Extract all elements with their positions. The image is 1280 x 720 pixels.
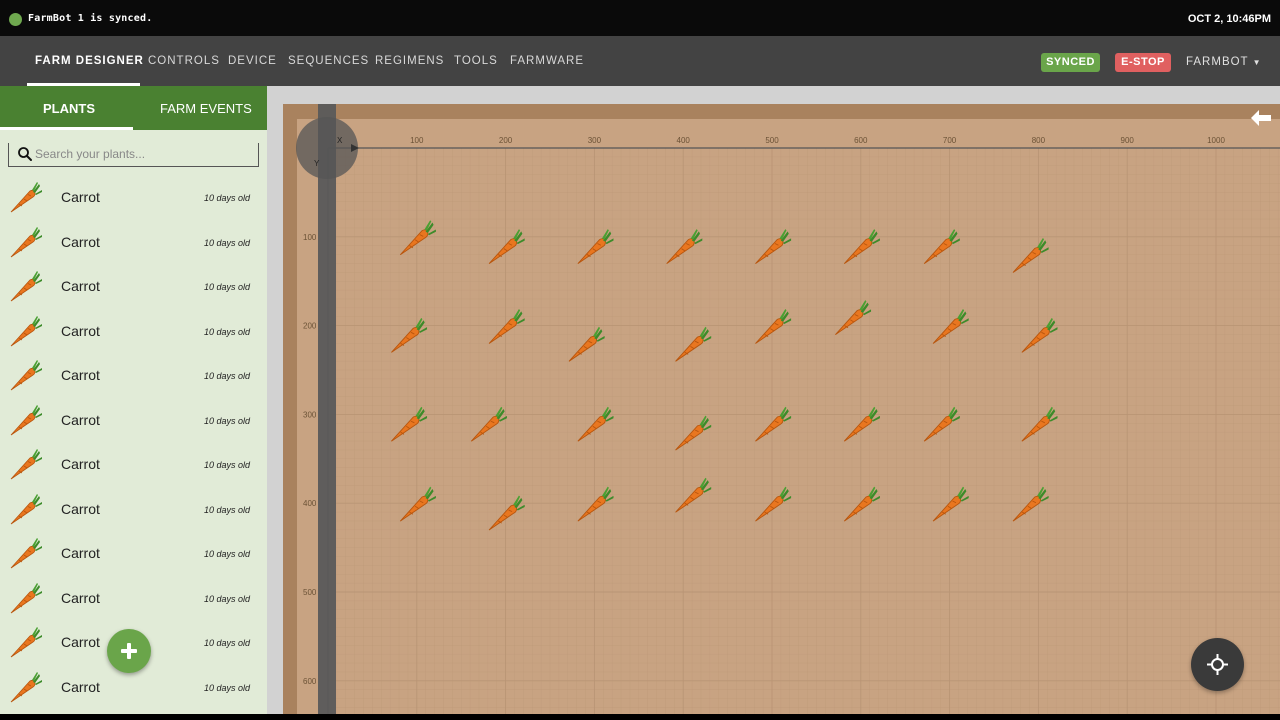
tab-farm-events[interactable]: FARM EVENTS <box>160 101 252 116</box>
plant-age: 10 days old <box>203 282 250 292</box>
plant-name: Carrot <box>61 233 100 250</box>
svg-text:600: 600 <box>303 677 317 686</box>
account-menu-label: FARMBOT <box>1186 56 1249 68</box>
plant-name: Carrot <box>61 678 100 695</box>
plant-age: 10 days old <box>203 415 250 426</box>
plant-age: 10 days old <box>203 460 250 470</box>
estop-button[interactable]: E-STOP <box>1115 53 1171 72</box>
svg-text:100: 100 <box>303 233 317 242</box>
sync-button[interactable]: SYNCED <box>1041 53 1100 72</box>
garden-bed[interactable]: 100 200 300 400 500 600 700 800 900 1000 100 200 300… <box>267 86 1280 714</box>
garden-map[interactable]: 100 200 300 400 500 600 700 800 900 1000 100 200 300… <box>267 86 1280 714</box>
nav-farmware[interactable]: FARMWARE <box>510 55 584 67</box>
active-tab-indicator <box>0 127 133 130</box>
carrot-icon <box>8 624 44 660</box>
plant-age: 10 days old <box>203 371 250 381</box>
status-datetime: OCT 2, 10:46PM <box>1187 13 1271 25</box>
plant-age: 10 days old <box>203 638 250 648</box>
plant-name: Carrot <box>61 322 100 339</box>
plant-name: Carrot <box>61 278 100 294</box>
list-item[interactable]: Carrot 10 days old <box>0 531 267 576</box>
caret-down-icon: ▼ <box>1252 58 1262 67</box>
account-menu[interactable]: FARMBOT ▼ <box>1186 56 1262 68</box>
nav-controls[interactable]: CONTROLS <box>148 55 220 67</box>
list-item[interactable]: Carrot 10 days old <box>0 220 267 265</box>
carrot-icon <box>8 580 44 616</box>
carrot-icon <box>8 357 44 393</box>
carrot-icon <box>8 491 44 527</box>
list-item[interactable]: Carrot 10 days old <box>0 264 267 309</box>
plants-panel: PLANTS FARM EVENTS Carrot 10 days old Ca… <box>0 86 267 714</box>
bottom-edge <box>0 714 1280 720</box>
nav-tools[interactable]: TOOLS <box>454 55 498 67</box>
list-item[interactable]: Carrot 10 days old <box>0 576 267 621</box>
svg-text:500: 500 <box>303 588 317 597</box>
list-item[interactable]: Carrot 10 days old <box>0 398 267 443</box>
svg-text:X: X <box>337 136 343 145</box>
carrot-icon <box>8 268 44 304</box>
list-item[interactable]: Carrot 10 days old <box>0 353 267 398</box>
plant-age: 10 days old <box>203 593 250 604</box>
carrot-icon <box>8 535 44 571</box>
svg-text:200: 200 <box>303 322 317 331</box>
search-icon <box>18 147 32 161</box>
sync-status-message: FarmBot 1 is synced. <box>28 13 153 24</box>
status-bar: FarmBot 1 is synced. OCT 2, 10:46PM <box>0 0 1280 36</box>
crosshair-icon <box>1207 654 1228 675</box>
svg-text:1000: 1000 <box>1207 136 1225 145</box>
nav-device[interactable]: DEVICE <box>228 55 277 67</box>
svg-text:Y: Y <box>314 159 320 168</box>
list-item[interactable]: Carrot 10 days old <box>0 442 267 487</box>
back-arrow-icon[interactable] <box>1249 106 1273 130</box>
svg-text:100: 100 <box>410 136 424 145</box>
plant-name: Carrot <box>61 411 100 428</box>
svg-text:900: 900 <box>1121 136 1135 145</box>
svg-text:400: 400 <box>677 136 691 145</box>
plant-search <box>8 143 259 167</box>
list-item[interactable]: Carrot 10 days old <box>0 309 267 354</box>
plant-age: 10 days old <box>203 193 250 203</box>
plant-name: Carrot <box>61 367 100 383</box>
carrot-icon <box>8 313 44 349</box>
plant-name: Carrot <box>61 189 100 205</box>
plant-name: Carrot <box>61 589 100 606</box>
locate-button[interactable] <box>1191 638 1244 691</box>
plant-name: Carrot <box>61 634 100 650</box>
sync-status-icon <box>9 13 22 26</box>
plant-age: 10 days old <box>203 326 250 337</box>
plant-name: Carrot <box>61 456 100 472</box>
carrot-icon <box>8 224 44 260</box>
plant-age: 10 days old <box>203 504 250 515</box>
carrot-icon <box>8 402 44 438</box>
svg-text:200: 200 <box>499 136 513 145</box>
svg-text:400: 400 <box>303 499 317 508</box>
panel-tabs: PLANTS FARM EVENTS <box>0 86 267 130</box>
plant-name: Carrot <box>61 545 100 561</box>
svg-text:300: 300 <box>588 136 602 145</box>
search-input[interactable] <box>35 145 255 163</box>
list-item[interactable]: Carrot 10 days old <box>0 487 267 532</box>
top-navbar: FARM DESIGNER CONTROLS DEVICE SEQUENCES … <box>0 36 1280 86</box>
carrot-icon <box>8 179 44 215</box>
svg-text:800: 800 <box>1032 136 1046 145</box>
nav-sequences[interactable]: SEQUENCES <box>288 55 369 67</box>
tab-plants[interactable]: PLANTS <box>43 101 95 116</box>
nav-regimens[interactable]: REGIMENS <box>375 55 444 67</box>
svg-text:300: 300 <box>303 410 317 419</box>
plant-age: 10 days old <box>203 237 250 248</box>
svg-text:600: 600 <box>854 136 868 145</box>
plant-age: 10 days old <box>203 682 250 693</box>
svg-text:500: 500 <box>765 136 779 145</box>
nav-farm-designer[interactable]: FARM DESIGNER <box>35 55 144 67</box>
add-plant-button[interactable] <box>107 629 151 673</box>
plant-age: 10 days old <box>203 549 250 559</box>
plant-name: Carrot <box>61 500 100 517</box>
svg-text:700: 700 <box>943 136 957 145</box>
carrot-icon <box>8 669 44 705</box>
list-item[interactable]: Carrot 10 days old <box>0 175 267 220</box>
carrot-icon <box>8 446 44 482</box>
